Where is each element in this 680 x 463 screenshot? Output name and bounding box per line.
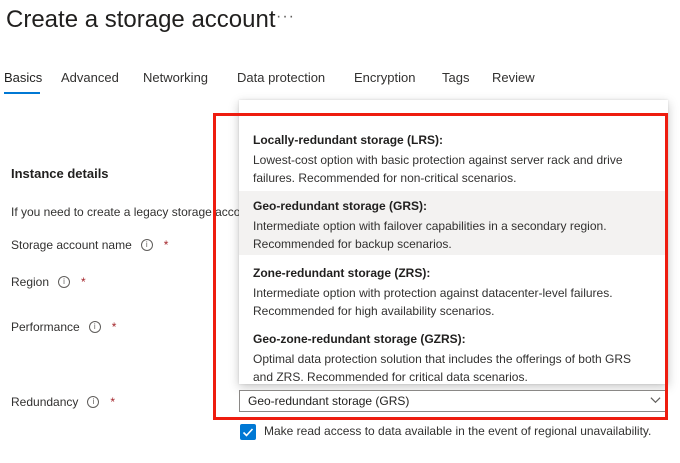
option-grs[interactable]: Geo-redundant storage (GRS): Intermediat… <box>239 191 668 255</box>
info-icon[interactable]: i <box>88 321 101 333</box>
more-icon[interactable]: ··· <box>276 8 295 26</box>
redundancy-dropdown-list: Locally-redundant storage (LRS): Lowest-… <box>239 100 668 384</box>
option-title: Geo-zone-redundant storage (GZRS): <box>253 332 466 346</box>
chevron-down-icon <box>650 397 661 404</box>
tab-basics[interactable]: Basics <box>4 70 42 85</box>
read-access-checkbox[interactable] <box>240 424 256 440</box>
option-title: Geo-redundant storage (GRS): <box>253 199 428 213</box>
field-performance: Performance i * <box>11 320 116 334</box>
tab-networking[interactable]: Networking <box>143 70 208 85</box>
tab-bar: Basics Advanced Networking Data protecti… <box>0 70 680 96</box>
required-marker: * <box>111 320 117 334</box>
option-gzrs[interactable]: Geo-zone-redundant storage (GZRS): Optim… <box>239 324 668 384</box>
field-storage-account-name: Storage account name i * <box>11 238 168 252</box>
option-description: Optimal data protection solution that in… <box>253 352 631 384</box>
tab-encryption[interactable]: Encryption <box>354 70 415 85</box>
field-label: Region <box>11 275 50 289</box>
tab-advanced[interactable]: Advanced <box>61 70 119 85</box>
option-lrs[interactable]: Locally-redundant storage (LRS): Lowest-… <box>239 125 668 189</box>
info-icon[interactable]: i <box>140 239 153 251</box>
tab-data-protection[interactable]: Data protection <box>237 70 325 85</box>
field-label: Storage account name <box>11 238 132 252</box>
redundancy-select[interactable]: Geo-redundant storage (GRS) <box>239 390 668 412</box>
option-description: Lowest-cost option with basic protection… <box>253 153 623 185</box>
page-title: Create a storage account <box>6 6 276 33</box>
tab-tags[interactable]: Tags <box>442 70 469 85</box>
info-icon[interactable]: i <box>87 396 100 408</box>
required-marker: * <box>163 238 169 252</box>
required-marker: * <box>81 275 86 289</box>
required-marker: * <box>110 395 116 409</box>
option-zrs[interactable]: Zone-redundant storage (ZRS): Intermedia… <box>239 258 668 322</box>
legacy-account-text: If you need to create a legacy storage a… <box>11 205 258 219</box>
read-access-label: Make read access to data available in th… <box>264 424 652 438</box>
field-redundancy: Redundancy i * <box>11 395 115 409</box>
info-icon[interactable]: i <box>58 276 71 288</box>
option-title: Zone-redundant storage (ZRS): <box>253 266 431 280</box>
tab-review[interactable]: Review <box>492 70 535 85</box>
field-label: Redundancy <box>11 395 79 409</box>
option-description: Intermediate option with failover capabi… <box>253 219 607 251</box>
section-title-instance-details: Instance details <box>11 166 109 181</box>
field-region: Region i * <box>11 275 86 289</box>
active-tab-indicator <box>4 92 40 94</box>
option-description: Intermediate option with protection agai… <box>253 286 613 318</box>
redundancy-selected-value: Geo-redundant storage (GRS) <box>248 394 410 408</box>
checkmark-icon <box>242 428 254 437</box>
field-label: Performance <box>11 320 80 334</box>
option-title: Locally-redundant storage (LRS): <box>253 133 444 147</box>
